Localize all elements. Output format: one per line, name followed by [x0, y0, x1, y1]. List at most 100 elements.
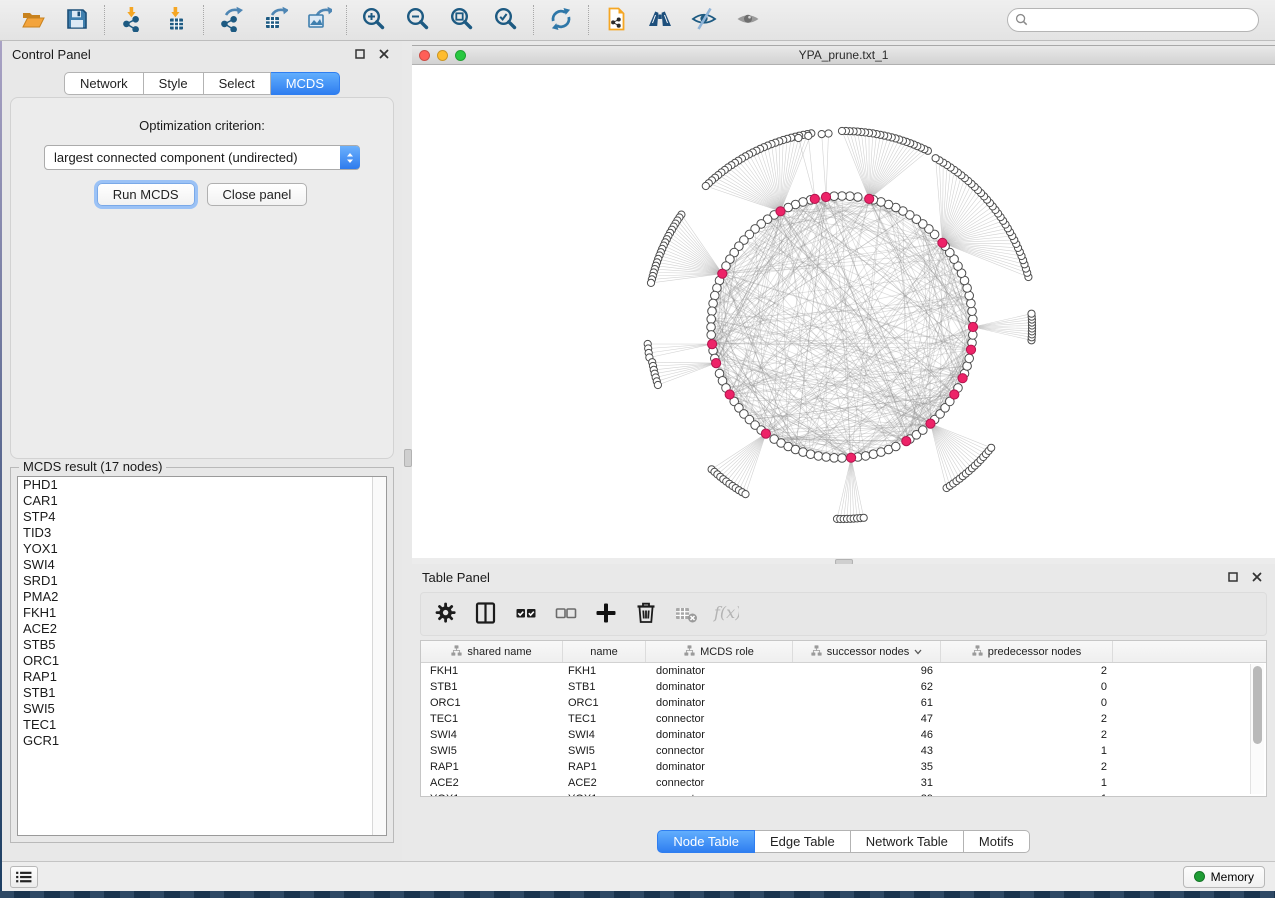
open-file-button[interactable] [19, 6, 47, 34]
mcds-result-item[interactable]: TEC1 [18, 717, 386, 733]
mcds-result-item[interactable]: ACE2 [18, 621, 386, 637]
import-network-button[interactable] [118, 6, 146, 34]
tab-select[interactable]: Select [204, 72, 271, 95]
zoom-selected-button[interactable] [492, 6, 520, 34]
export-image-button[interactable] [305, 6, 333, 34]
control-panel-close-button[interactable] [376, 46, 392, 62]
tab-style[interactable]: Style [144, 72, 204, 95]
column-header-shared-name[interactable]: shared name [421, 641, 563, 662]
run-mcds-button[interactable]: Run MCDS [97, 183, 195, 206]
function-builder-icon: f(x) [713, 600, 739, 629]
delete-column-button[interactable] [633, 601, 659, 627]
deselect-all-rows-button[interactable] [553, 601, 579, 627]
tab-mcds[interactable]: MCDS [271, 72, 340, 95]
mcds-result-item[interactable]: SWI4 [18, 557, 386, 573]
mcds-result-item[interactable]: ORC1 [18, 653, 386, 669]
network-canvas[interactable] [412, 65, 1275, 558]
mcds-result-item[interactable]: PHD1 [18, 477, 386, 493]
column-header-predecessor-nodes[interactable]: predecessor nodes [941, 641, 1113, 662]
mcds-result-item[interactable]: STB5 [18, 637, 386, 653]
table-row[interactable]: YOX1YOX1connector291 [421, 791, 1266, 797]
tab-motifs[interactable]: Motifs [964, 830, 1030, 853]
table-row[interactable]: STB1STB1dominator620 [421, 679, 1266, 695]
table-cell: ORC1 [421, 697, 563, 709]
mcds-result-item[interactable]: YOX1 [18, 541, 386, 557]
mcds-result-item[interactable]: TID3 [18, 525, 386, 541]
optimization-criterion-label: Optimization criterion: [11, 118, 393, 133]
zoom-fit-button[interactable] [448, 6, 476, 34]
delete-table-icon [673, 600, 699, 629]
network-view-window: YPA_prune.txt_1 [412, 45, 1275, 558]
zoom-in-button[interactable] [360, 6, 388, 34]
add-column-button[interactable] [593, 601, 619, 627]
table-row[interactable]: SWI5SWI5connector431 [421, 743, 1266, 759]
table-row[interactable]: SWI4SWI4dominator462 [421, 727, 1266, 743]
node-table: shared namenameMCDS rolesuccessor nodesp… [420, 640, 1267, 797]
import-table-button[interactable] [162, 6, 190, 34]
table-toolbar: f(x) [420, 592, 1267, 636]
mcds-result-item[interactable]: STB1 [18, 685, 386, 701]
mcds-result-item[interactable]: RAP1 [18, 669, 386, 685]
table-row[interactable]: TEC1TEC1connector472 [421, 711, 1266, 727]
table-cell: 62 [793, 681, 941, 693]
select-all-rows-button[interactable] [513, 601, 539, 627]
vertical-splitter[interactable] [402, 41, 412, 861]
column-header-MCDS-role[interactable]: MCDS role [646, 641, 793, 662]
table-settings-button[interactable] [433, 601, 459, 627]
refresh-button[interactable] [547, 6, 575, 34]
mcds-result-item[interactable]: SWI5 [18, 701, 386, 717]
table-row[interactable]: ORC1ORC1dominator610 [421, 695, 1266, 711]
table-cell: dominator [646, 697, 793, 709]
memory-button[interactable]: Memory [1183, 866, 1265, 888]
table-scrollbar[interactable] [1250, 664, 1264, 794]
mcds-result-item[interactable]: CAR1 [18, 493, 386, 509]
optimization-criterion-select[interactable]: largest connected component (undirected) [44, 145, 360, 170]
close-panel-button[interactable]: Close panel [207, 183, 308, 206]
mcds-result-item[interactable]: STP4 [18, 509, 386, 525]
task-history-button[interactable] [10, 866, 38, 888]
table-row[interactable]: ACE2ACE2connector311 [421, 775, 1266, 791]
table-row[interactable]: RAP1RAP1dominator352 [421, 759, 1266, 775]
table-cell: TEC1 [563, 713, 646, 725]
tab-network[interactable]: Network [64, 72, 144, 95]
control-panel-float-button[interactable] [352, 46, 368, 62]
mcds-result-item[interactable]: SRD1 [18, 573, 386, 589]
table-scrollbar-thumb[interactable] [1253, 666, 1262, 744]
import-network-icon [119, 6, 145, 35]
table-row[interactable]: FKH1FKH1dominator962 [421, 663, 1266, 679]
share-document-button[interactable] [602, 6, 630, 34]
export-table-button[interactable] [261, 6, 289, 34]
search-input[interactable] [1007, 8, 1259, 32]
table-cell: connector [646, 713, 793, 725]
refresh-icon [548, 6, 574, 35]
save-session-button[interactable] [63, 6, 91, 34]
table-cell: SWI4 [563, 729, 646, 741]
table-cell: 61 [793, 697, 941, 709]
zoom-out-button[interactable] [404, 6, 432, 34]
tab-network-table[interactable]: Network Table [851, 830, 964, 853]
control-panel-tabs: NetworkStyleSelectMCDS [2, 72, 402, 95]
hide-selected-button[interactable] [690, 6, 718, 34]
export-table-icon [262, 6, 288, 35]
tab-edge-table[interactable]: Edge Table [755, 830, 851, 853]
mcds-panel: Optimization criterion: largest connecte… [10, 97, 394, 459]
zoom-out-icon [405, 6, 431, 35]
table-panel-float-button[interactable] [1225, 569, 1241, 585]
table-header-row: shared namenameMCDS rolesuccessor nodesp… [421, 641, 1266, 663]
mcds-result-item[interactable]: FKH1 [18, 605, 386, 621]
table-cell: RAP1 [563, 761, 646, 773]
mcds-result-item[interactable]: PMA2 [18, 589, 386, 605]
network-window-titlebar[interactable]: YPA_prune.txt_1 [412, 46, 1275, 65]
show-columns-button[interactable] [473, 601, 499, 627]
show-all-button[interactable] [734, 6, 762, 34]
export-network-button[interactable] [217, 6, 245, 34]
search-binoculars-button[interactable] [646, 6, 674, 34]
table-panel-close-button[interactable] [1249, 569, 1265, 585]
mcds-result-scrollbar[interactable] [372, 477, 386, 835]
tab-node-table[interactable]: Node Table [657, 830, 755, 853]
select-stepper-icon [340, 146, 360, 169]
network-window-title: YPA_prune.txt_1 [412, 48, 1275, 62]
column-header-name[interactable]: name [563, 641, 646, 662]
mcds-result-item[interactable]: GCR1 [18, 733, 386, 749]
column-header-successor-nodes[interactable]: successor nodes [793, 641, 941, 662]
